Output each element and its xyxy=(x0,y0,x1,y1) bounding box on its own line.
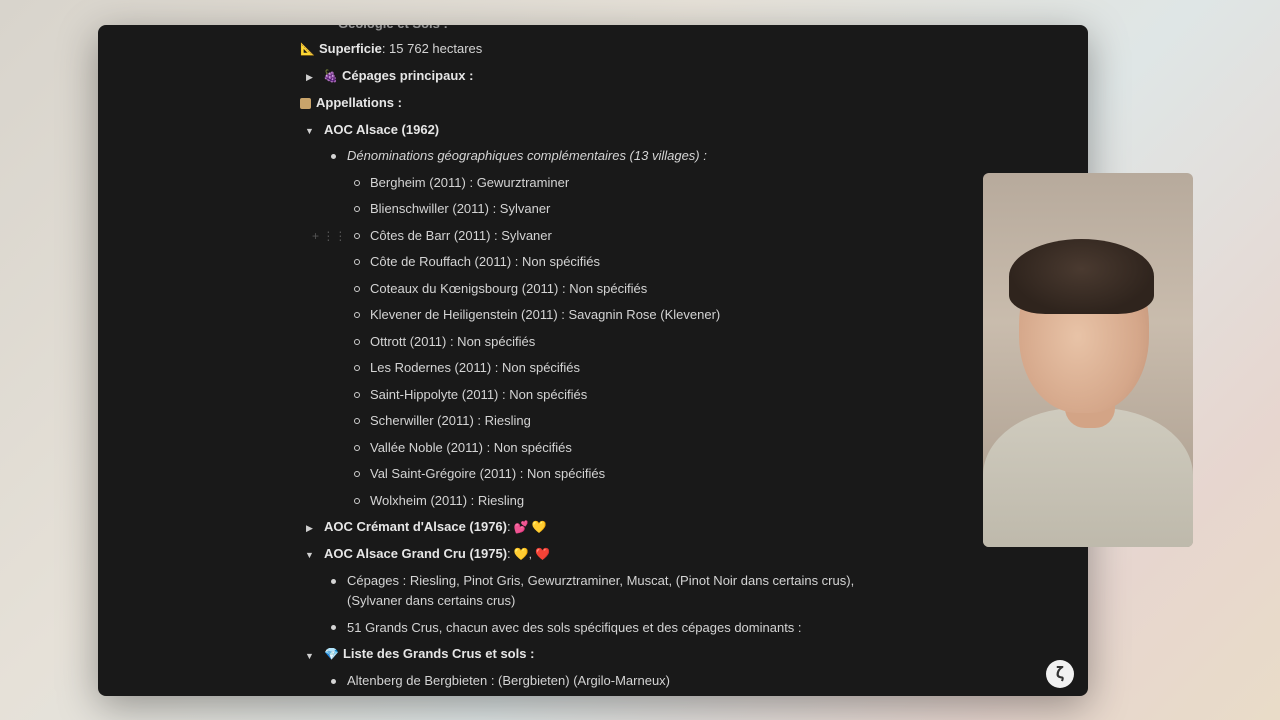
village-text: Klevener de Heiligenstein (2011) : Savag… xyxy=(370,307,721,322)
village-text: Ottrott (2011) : Non spécifiés xyxy=(370,334,536,349)
bullet-dot xyxy=(331,154,336,159)
village-text: Coteaux du Kœnigsbourg (2011) : Non spéc… xyxy=(370,281,648,296)
village-item[interactable]: Scherwiller (2011) : Riesling xyxy=(370,412,531,430)
aoc-alsace-label: AOC Alsace (1962) xyxy=(324,122,440,137)
denominations-item[interactable]: Dénominations géographiques complémentai… xyxy=(347,147,707,165)
grand-cru-cepages-text: Cépages : Riesling, Pinot Gris, Gewurztr… xyxy=(347,573,855,588)
assistant-button[interactable]: 𝛇 xyxy=(1046,660,1074,688)
bullet-circle xyxy=(354,339,360,345)
grands-crus-count-text: 51 Grands Crus, chacun avec des sols spé… xyxy=(347,620,802,635)
superficie-row[interactable]: 📐 Superficie : 15 762 hectares xyxy=(300,40,482,58)
village-item[interactable]: Blienschwiller (2011) : Sylvaner xyxy=(370,200,550,218)
toggle-collapsed-icon[interactable]: ▶ xyxy=(306,72,313,83)
separator-text: : xyxy=(507,519,511,534)
hearts-icon: 💛, ❤️ xyxy=(513,547,551,561)
diamond-icon: 💎 xyxy=(324,647,339,661)
block-add-handle-icon[interactable]: + ⋮⋮ xyxy=(312,229,346,243)
truncated-heading: Géologie et Sols : xyxy=(338,25,448,33)
person-shirt xyxy=(983,408,1193,547)
heading-geologie: Géologie et Sols : xyxy=(338,25,448,33)
separator-text: : xyxy=(507,546,511,561)
webcam-overlay xyxy=(983,173,1193,547)
grand-cru-cepages-item-cont[interactable]: (Sylvaner dans certains crus) xyxy=(347,592,515,610)
grand-cru-cepages-item[interactable]: Cépages : Riesling, Pinot Gris, Gewurztr… xyxy=(347,572,854,590)
toggle-expanded-icon[interactable]: ▼ xyxy=(305,126,314,136)
aoc-cremant-label: AOC Crémant d'Alsace (1976) xyxy=(324,519,507,534)
village-text: Côtes de Barr (2011) : Sylvaner xyxy=(370,228,552,243)
toggle-expanded-icon[interactable]: ▼ xyxy=(305,651,314,661)
liste-grands-crus-label: Liste des Grands Crus et sols : xyxy=(342,646,535,661)
village-item[interactable]: Vallée Noble (2011) : Non spécifiés xyxy=(370,439,572,457)
bullet-circle xyxy=(354,365,360,371)
superficie-label: Superficie xyxy=(318,41,382,56)
person-hair xyxy=(1009,239,1154,314)
appellations-label: Appellations : xyxy=(316,95,402,110)
bullet-circle xyxy=(354,418,360,424)
cepages-principaux-label: Cépages principaux : xyxy=(341,68,474,83)
altenberg-text: Altenberg de Bergbieten : (Bergbieten) (… xyxy=(347,673,671,688)
denominations-label: Dénominations géographiques complémentai… xyxy=(347,148,707,163)
notion-page-window: Géologie et Sols : 📐 Superficie : 15 762… xyxy=(98,25,1088,696)
bullet-circle xyxy=(354,445,360,451)
liste-grands-crus-toggle[interactable]: 💎 Liste des Grands Crus et sols : xyxy=(324,645,534,663)
village-item[interactable]: Côte de Rouffach (2011) : Non spécifiés xyxy=(370,253,600,271)
village-text: Côte de Rouffach (2011) : Non spécifiés xyxy=(370,254,601,269)
village-text: Val Saint-Grégoire (2011) : Non spécifié… xyxy=(370,466,606,481)
grapes-icon: 🍇 xyxy=(323,69,338,83)
superficie-value: : 15 762 hectares xyxy=(381,41,483,56)
bullet-circle xyxy=(354,312,360,318)
aoc-grand-cru-toggle[interactable]: AOC Alsace Grand Cru (1975) : 💛, ❤️ xyxy=(324,545,550,563)
village-item[interactable]: Ottrott (2011) : Non spécifiés xyxy=(370,333,535,351)
village-text: Vallée Noble (2011) : Non spécifiés xyxy=(370,440,572,455)
hearts-icon: 💕 💛 xyxy=(513,520,547,534)
village-item[interactable]: Wolxheim (2011) : Riesling xyxy=(370,492,524,510)
bullet-dot xyxy=(331,679,336,684)
bullet-circle xyxy=(354,259,360,265)
village-item[interactable]: Saint-Hippolyte (2011) : Non spécifiés xyxy=(370,386,587,404)
bullet-circle xyxy=(354,471,360,477)
village-item[interactable]: Bergheim (2011) : Gewurztraminer xyxy=(370,174,569,192)
village-item[interactable]: Les Rodernes (2011) : Non spécifiés xyxy=(370,359,580,377)
assistant-icon: 𝛇 xyxy=(1055,665,1065,682)
aoc-grand-cru-label: AOC Alsace Grand Cru (1975) xyxy=(324,546,508,561)
village-item[interactable]: Klevener de Heiligenstein (2011) : Savag… xyxy=(370,306,720,324)
grand-cru-cepages-text: (Sylvaner dans certains crus) xyxy=(347,593,516,608)
bullet-circle xyxy=(354,233,360,239)
village-text: Scherwiller (2011) : Riesling xyxy=(370,413,531,428)
village-text: Saint-Hippolyte (2011) : Non spécifiés xyxy=(370,387,588,402)
village-text: Les Rodernes (2011) : Non spécifiés xyxy=(370,360,581,375)
aoc-alsace-toggle[interactable]: AOC Alsace (1962) xyxy=(324,121,439,139)
label-tag-icon xyxy=(300,97,311,109)
village-item[interactable]: Val Saint-Grégoire (2011) : Non spécifié… xyxy=(370,465,605,483)
village-text: Blienschwiller (2011) : Sylvaner xyxy=(370,201,551,216)
aoc-cremant-toggle[interactable]: AOC Crémant d'Alsace (1976) : 💕 💛 xyxy=(324,518,547,536)
bullet-dot xyxy=(331,625,336,630)
bullet-circle xyxy=(354,392,360,398)
bullet-circle xyxy=(354,286,360,292)
bullet-circle xyxy=(354,206,360,212)
cepages-principaux-toggle[interactable]: 🍇 Cépages principaux : xyxy=(323,67,473,85)
appellations-row[interactable]: Appellations : xyxy=(300,94,402,112)
village-text: Bergheim (2011) : Gewurztraminer xyxy=(370,175,570,190)
altenberg-item[interactable]: Altenberg de Bergbieten : (Bergbieten) (… xyxy=(347,672,670,690)
village-text: Wolxheim (2011) : Riesling xyxy=(370,493,525,508)
village-item[interactable]: Coteaux du Kœnigsbourg (2011) : Non spéc… xyxy=(370,280,647,298)
bullet-circle xyxy=(354,180,360,186)
toggle-collapsed-icon[interactable]: ▶ xyxy=(306,523,313,534)
bullet-circle xyxy=(354,498,360,504)
bullet-dot xyxy=(331,579,336,584)
ruler-icon: 📐 xyxy=(300,42,315,56)
village-item[interactable]: Côtes de Barr (2011) : Sylvaner xyxy=(370,227,552,245)
grands-crus-count-item[interactable]: 51 Grands Crus, chacun avec des sols spé… xyxy=(347,619,802,637)
toggle-expanded-icon[interactable]: ▼ xyxy=(305,550,314,560)
